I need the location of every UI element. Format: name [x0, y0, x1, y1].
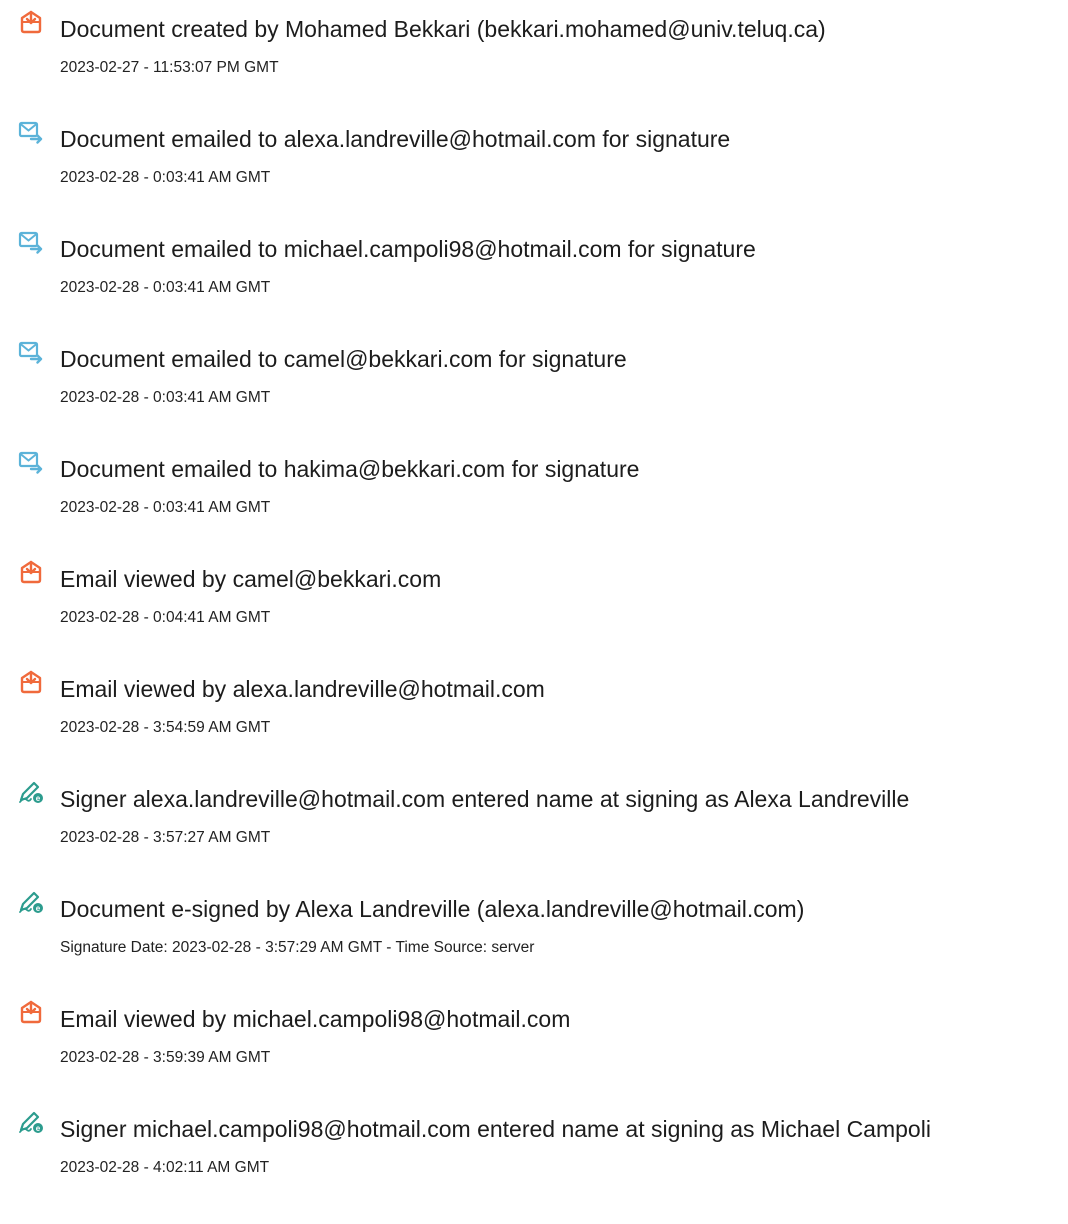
event-title: Email viewed by michael.campoli98@hotmai… [60, 1006, 571, 1032]
event-timestamp: 2023-02-27 - 11:53:07 PM GMT [60, 59, 279, 76]
email-sent-icon [18, 230, 44, 254]
history-event: Email viewed by michael.campoli98@hotmai… [18, 1000, 1064, 1110]
svg-text:e: e [36, 794, 41, 803]
history-event: Document created by Mohamed Bekkari (bek… [18, 10, 1064, 120]
document-icon [18, 560, 44, 584]
history-event: Email viewed by camel@bekkari.com 2023-0… [18, 560, 1064, 670]
event-title: Document emailed to camel@bekkari.com fo… [60, 346, 627, 372]
event-title: Email viewed by alexa.landreville@hotmai… [60, 676, 545, 702]
history-event: Document emailed to michael.campoli98@ho… [18, 230, 1064, 340]
event-timestamp: 2023-02-28 - 0:03:41 AM GMT [60, 169, 271, 186]
history-event: e Signer michael.campoli98@hotmail.com e… [18, 1110, 1064, 1220]
event-title: Signer alexa.landreville@hotmail.com ent… [60, 786, 910, 812]
svg-text:e: e [36, 904, 41, 913]
history-event: Document emailed to alexa.landreville@ho… [18, 120, 1064, 230]
history-event: Document emailed to hakima@bekkari.com f… [18, 450, 1064, 560]
audit-history-list: Document created by Mohamed Bekkari (bek… [18, 10, 1064, 1220]
event-timestamp: 2023-02-28 - 0:03:41 AM GMT [60, 279, 271, 296]
event-timestamp: 2023-02-28 - 3:54:59 AM GMT [60, 719, 271, 736]
history-event: Document emailed to camel@bekkari.com fo… [18, 340, 1064, 450]
event-title: Document emailed to michael.campoli98@ho… [60, 236, 756, 262]
signature-icon: e [18, 780, 44, 804]
email-sent-icon [18, 340, 44, 364]
signature-icon: e [18, 1110, 44, 1134]
svg-text:e: e [36, 1124, 41, 1133]
event-timestamp: 2023-02-28 - 0:04:41 AM GMT [60, 609, 271, 626]
event-title: Signer michael.campoli98@hotmail.com ent… [60, 1116, 931, 1142]
event-title: Document emailed to alexa.landreville@ho… [60, 126, 731, 152]
event-title: Document e-signed by Alexa Landreville (… [60, 896, 805, 922]
email-sent-icon [18, 450, 44, 474]
event-timestamp: 2023-02-28 - 4:02:11 AM GMT [60, 1159, 270, 1176]
event-timestamp: 2023-02-28 - 0:03:41 AM GMT [60, 389, 271, 406]
event-timestamp: Signature Date: 2023-02-28 - 3:57:29 AM … [60, 939, 535, 956]
event-title: Document created by Mohamed Bekkari (bek… [60, 16, 826, 42]
signature-icon: e [18, 890, 44, 914]
document-icon [18, 1000, 44, 1024]
document-icon [18, 670, 44, 694]
event-timestamp: 2023-02-28 - 0:03:41 AM GMT [60, 499, 271, 516]
history-event: e Document e-signed by Alexa Landreville… [18, 890, 1064, 1000]
history-event: Email viewed by alexa.landreville@hotmai… [18, 670, 1064, 780]
event-timestamp: 2023-02-28 - 3:57:27 AM GMT [60, 829, 271, 846]
email-sent-icon [18, 120, 44, 144]
event-title: Document emailed to hakima@bekkari.com f… [60, 456, 640, 482]
history-event: e Signer alexa.landreville@hotmail.com e… [18, 780, 1064, 890]
document-icon [18, 10, 44, 34]
event-timestamp: 2023-02-28 - 3:59:39 AM GMT [60, 1049, 271, 1066]
event-title: Email viewed by camel@bekkari.com [60, 566, 442, 592]
